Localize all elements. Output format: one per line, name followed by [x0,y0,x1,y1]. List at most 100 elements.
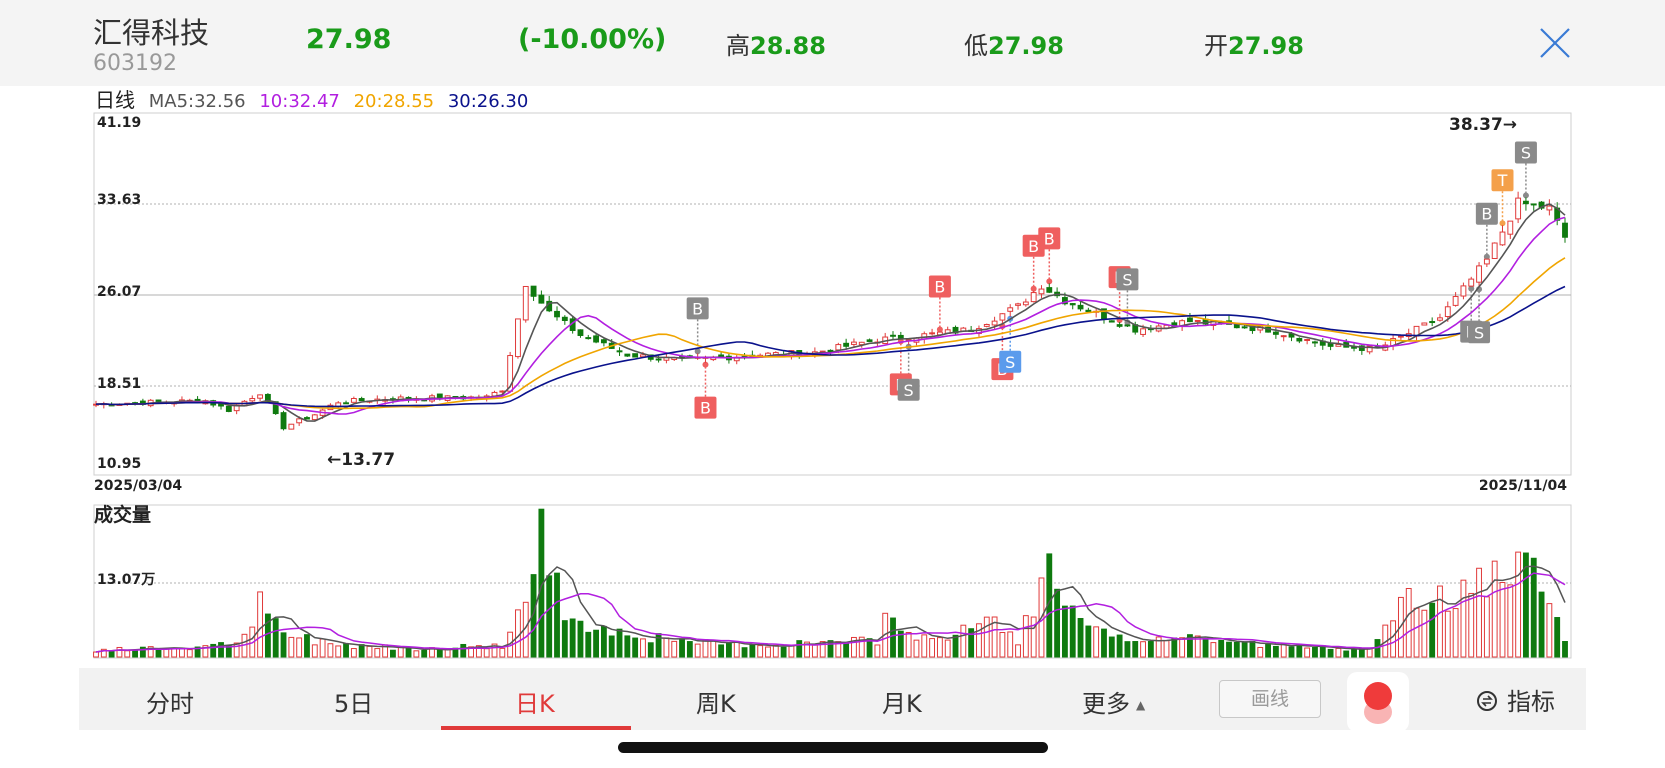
tab-month-k[interactable]: 月K [882,684,922,719]
candle-body [1046,287,1053,293]
volume-bar [296,637,303,658]
volume-bar [624,635,631,658]
indicator-button[interactable]: 指标 [1475,682,1555,717]
volume-bar [694,643,701,658]
signal-badge-label: B [934,278,945,297]
volume-bar [1093,626,1100,658]
volume-bar [811,644,818,658]
volume-bar [1319,645,1326,658]
volume-bar [272,618,279,658]
candle-body [280,412,287,430]
tab-more[interactable]: 更多 ▲ [1082,684,1145,719]
volume-bar [132,649,138,658]
signal-badge-label: B [1028,237,1039,256]
candle-body [1116,324,1123,327]
volume-bar [257,591,264,658]
volume-bar [1312,647,1318,658]
candles-layer [93,191,1568,431]
volume-bar [350,648,357,658]
tab-minute[interactable]: 分时 [146,684,194,719]
candle-body [843,342,850,347]
volume-bar [1405,588,1412,658]
volume-bar [608,635,615,658]
volume-bar [1538,591,1545,658]
volume-bar [1460,579,1467,658]
signal-badge-label: S [1122,270,1132,289]
volume-bar [1515,551,1522,658]
record-dot-icon [1364,682,1392,710]
candle-body [1007,307,1014,312]
candle-body [835,344,842,351]
volume-bar [679,638,685,658]
volume-ma5-line [95,565,1566,653]
volume-bar [561,620,568,658]
volume-bar [671,640,678,658]
volume-bar [436,649,443,658]
volume-bar [327,643,334,658]
volume-bar [640,638,646,658]
candle-body [1437,317,1443,321]
volume-bar [1249,640,1256,658]
volume-bar [593,629,600,658]
volume-bar [460,643,467,658]
refresh-icon [1477,691,1497,711]
draw-line-button[interactable]: 画线 [1219,680,1321,718]
volume-bar [921,634,928,658]
volume-bar [1054,588,1061,658]
candle-body [1444,306,1451,318]
candle-body [1562,222,1568,238]
volume-bar [733,640,740,658]
kline-chart[interactable]: 41.19 33.63 26.07 18.51 10.95 2025/03/04… [0,0,1665,668]
candle-body [851,341,857,345]
candle-body [1038,288,1045,295]
candle-body [999,313,1006,321]
candle-body [515,318,521,358]
volume-tick-label: 13.07万 [97,572,155,588]
candle-body [1077,304,1084,310]
tab-day-k[interactable]: 日K [515,684,555,719]
volume-bar [1499,581,1506,658]
candle-body [350,397,357,403]
volume-bar [1444,610,1451,658]
candle-body [1241,326,1248,329]
signal-badge-label: S [1474,323,1484,342]
candle-body [1468,278,1475,287]
volume-bar [827,640,834,658]
tab-more-label: 更多 [1082,690,1130,718]
candle-body [1280,335,1287,338]
record-button[interactable] [1347,672,1409,732]
candle-body [655,358,662,361]
tab-week-k[interactable]: 周K [696,684,736,719]
candle-body [1530,203,1537,206]
candle-body [288,423,295,430]
volume-bar [1257,646,1264,658]
signal-badge-label: B [1481,205,1492,224]
signal-badge-label: B [700,399,711,418]
volume-bar [1163,640,1170,658]
volume-bar [600,625,607,658]
volume-bar [1015,644,1021,658]
volume-bar [796,640,803,658]
y-tick-label: 10.95 [97,456,141,472]
volume-bar [1421,609,1428,658]
volume-bar [929,638,936,658]
volume-bar [335,645,342,658]
volume-bar [288,636,295,658]
volume-bar [1304,647,1311,658]
volume-bar [999,632,1006,658]
volume-bar [179,647,185,658]
candle-body [1187,317,1193,323]
volume-bar [1483,596,1490,658]
candle-body [600,339,607,344]
volume-bar [1077,618,1084,658]
volume-bar [390,649,396,658]
candle-body [311,414,318,421]
volume-bar [413,650,420,658]
candle-body [155,399,162,402]
volume-bar [1452,608,1459,658]
volume-bar [1265,643,1271,658]
tab-5day[interactable]: 5日 [334,684,373,719]
y-tick-label: 41.19 [97,115,141,131]
volume-bar [1233,641,1240,658]
volume-bar [1226,641,1232,658]
